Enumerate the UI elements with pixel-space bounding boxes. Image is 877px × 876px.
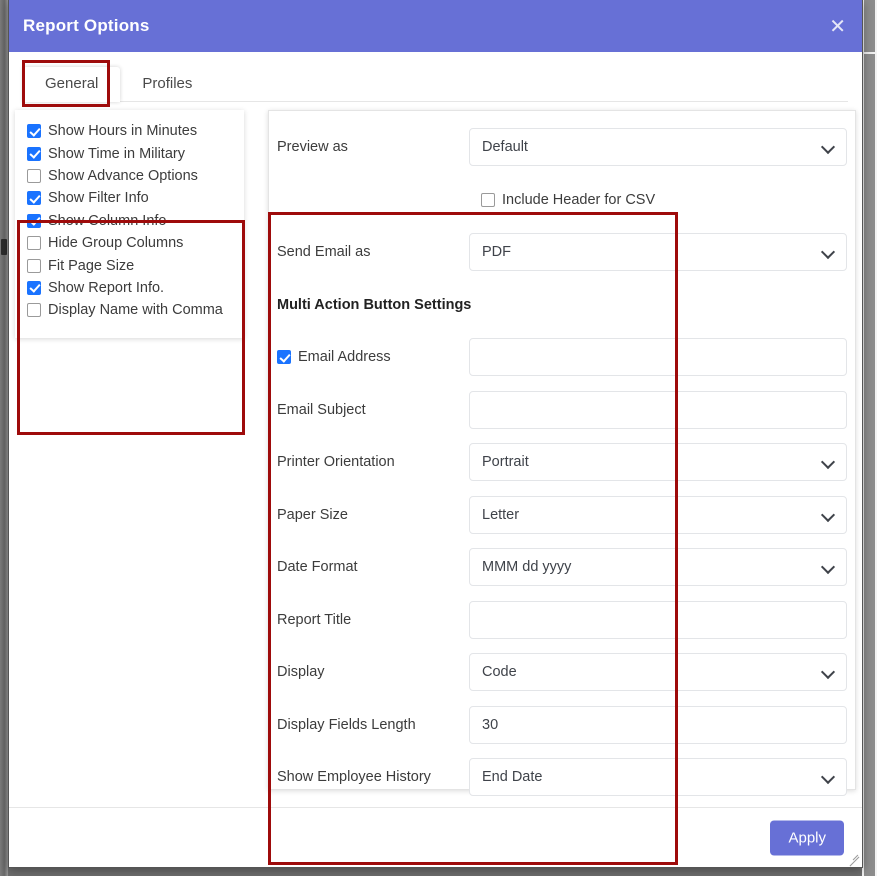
field-row-date-format: Date Format MMM dd yyyy [277, 541, 847, 594]
field-row-show-employee-history: Show Employee History End Date [277, 751, 847, 804]
field-row-paper-size: Paper Size Letter [277, 489, 847, 542]
chevron-down-icon [823, 562, 834, 573]
email-address-toggle[interactable]: Email Address [277, 349, 469, 365]
label-include-header-for-csv: Include Header for CSV [502, 191, 656, 208]
field-row-email-address: Email Address [277, 331, 847, 384]
label-display: Display [277, 664, 325, 681]
email-address-input[interactable] [469, 338, 847, 377]
dialog-body: Show Hours in Minutes Show Time in Milit… [9, 102, 862, 865]
dialog-title: Report Options [23, 16, 150, 35]
option-label: Display Name with Comma [48, 302, 223, 319]
option-label: Show Report Info. [48, 279, 165, 296]
preview-as-select[interactable]: Default [469, 128, 847, 167]
checkbox-display-name-with-comma[interactable] [27, 303, 41, 318]
field-row-display: Display Code [277, 646, 847, 699]
option-label: Show Column Info [48, 212, 167, 229]
label-display-fields-length: Display Fields Length [277, 716, 416, 733]
label-show-employee-history: Show Employee History [277, 769, 431, 786]
field-row-email-subject: Email Subject [277, 384, 847, 437]
report-settings-form: Preview as Default Include Header for CS… [268, 110, 856, 797]
checkbox-show-hours-in-minutes[interactable] [27, 124, 41, 139]
display-fields-length-input[interactable]: 30 [469, 705, 847, 744]
chevron-down-icon [823, 667, 834, 678]
report-options-checklist: Show Hours in Minutes Show Time in Milit… [15, 110, 244, 338]
display-select[interactable]: Code [469, 653, 847, 692]
tab-profiles[interactable]: Profiles [120, 67, 214, 102]
option-label: Show Advance Options [48, 167, 198, 184]
option-hide-group-columns[interactable]: Hide Group Columns [27, 232, 236, 254]
tab-general[interactable]: General [23, 67, 121, 102]
report-title-input[interactable] [469, 600, 847, 639]
option-show-report-info[interactable]: Show Report Info. [27, 277, 236, 299]
option-label: Show Hours in Minutes [48, 123, 198, 140]
section-heading: Multi Action Button Settings [277, 296, 472, 313]
option-show-time-in-military[interactable]: Show Time in Military [27, 142, 236, 164]
section-multi-action-button-settings: Multi Action Button Settings [277, 279, 847, 332]
option-label: Hide Group Columns [48, 235, 184, 252]
checkbox-include-header-for-csv[interactable] [481, 192, 495, 207]
option-show-advance-options[interactable]: Show Advance Options [27, 165, 236, 187]
label-preview-as: Preview as [277, 139, 348, 156]
checkbox-show-advance-options[interactable] [27, 168, 41, 183]
report-options-dialog: Report Options ✕ General Profiles Show H… [8, 0, 863, 868]
page-scrollbar[interactable] [862, 0, 877, 876]
label-date-format: Date Format [277, 559, 358, 576]
option-label: Fit Page Size [48, 257, 135, 274]
field-row-display-fields-length: Display Fields Length 30 [277, 699, 847, 752]
field-row-preview-as: Preview as Default [277, 121, 847, 174]
show-employee-history-select[interactable]: End Date [469, 758, 847, 797]
checkbox-show-time-in-military[interactable] [27, 146, 41, 161]
paper-size-select[interactable]: Letter [469, 495, 847, 534]
send-email-as-select[interactable]: PDF [469, 233, 847, 272]
label-printer-orientation: Printer Orientation [277, 454, 395, 471]
include-header-csv-option[interactable]: Include Header for CSV [469, 192, 655, 208]
field-row-report-title: Report Title [277, 594, 847, 647]
field-row-send-email-as: Send Email as PDF [277, 226, 847, 279]
chevron-down-icon [823, 772, 834, 783]
option-fit-page-size[interactable]: Fit Page Size [27, 254, 236, 276]
page-scrollbar-track[interactable] [864, 0, 875, 876]
checkbox-email-address[interactable] [277, 350, 291, 365]
label-email-subject: Email Subject [277, 401, 366, 418]
email-subject-input[interactable] [469, 390, 847, 429]
option-show-column-info[interactable]: Show Column Info [27, 210, 236, 232]
chevron-down-icon [823, 142, 834, 153]
option-label: Show Time in Military [48, 145, 185, 162]
label-send-email-as: Send Email as [277, 244, 371, 261]
page-background: Report Options ✕ General Profiles Show H… [0, 0, 877, 876]
option-show-hours-in-minutes[interactable]: Show Hours in Minutes [27, 120, 236, 142]
tabstrip: General Profiles [9, 52, 862, 102]
date-format-select[interactable]: MMM dd yyyy [469, 548, 847, 587]
checkbox-show-filter-info[interactable] [27, 191, 41, 206]
option-label: Show Filter Info [48, 190, 149, 207]
checkbox-hide-group-columns[interactable] [27, 236, 41, 251]
background-scroll-nub [1, 239, 7, 255]
label-email-address: Email Address [298, 349, 391, 366]
label-paper-size: Paper Size [277, 506, 348, 523]
checkbox-show-report-info[interactable] [27, 280, 41, 295]
close-icon[interactable]: ✕ [829, 16, 846, 36]
chevron-down-icon [823, 247, 834, 258]
chevron-down-icon [823, 510, 834, 521]
chevron-down-icon [823, 457, 834, 468]
checkbox-show-column-info[interactable] [27, 213, 41, 228]
apply-button[interactable]: Apply [770, 820, 844, 855]
field-row-printer-orientation: Printer Orientation Portrait [277, 436, 847, 489]
resize-grip-icon[interactable] [847, 853, 860, 866]
option-show-filter-info[interactable]: Show Filter Info [27, 187, 236, 209]
checkbox-fit-page-size[interactable] [27, 258, 41, 273]
background-left-strip [0, 0, 8, 876]
field-row-include-header-csv: Include Header for CSV [277, 174, 847, 227]
label-report-title: Report Title [277, 611, 352, 628]
printer-orientation-select[interactable]: Portrait [469, 443, 847, 482]
dialog-titlebar: Report Options ✕ [9, 0, 862, 52]
dialog-footer: Apply [9, 807, 862, 867]
option-display-name-with-comma[interactable]: Display Name with Comma [27, 299, 236, 321]
